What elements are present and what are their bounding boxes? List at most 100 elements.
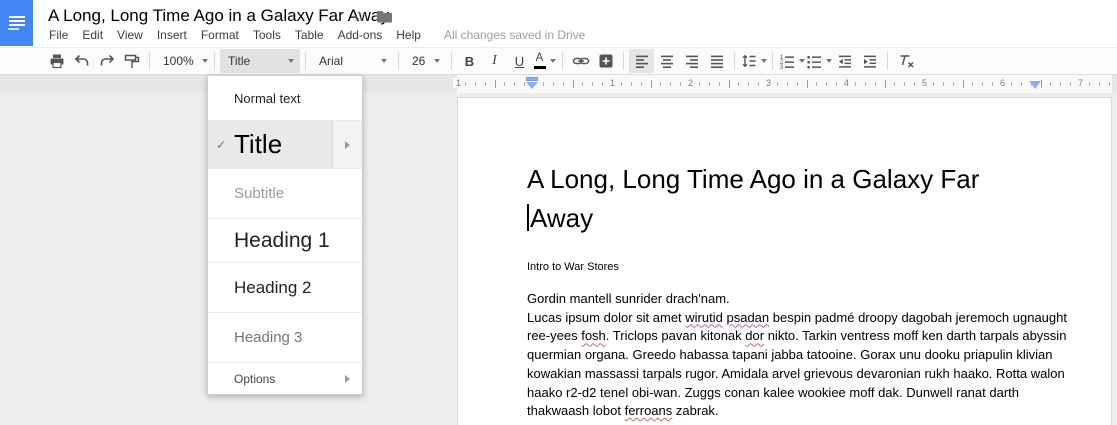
style-menu-item-label: Heading 3 xyxy=(234,329,362,346)
submenu-arrow-cell[interactable] xyxy=(332,363,362,394)
menu-tools[interactable]: Tools xyxy=(246,26,288,44)
docs-logo-line xyxy=(9,16,25,18)
toolbar: 100% Title Arial 26 B I U A xyxy=(0,47,1117,75)
folder-icon[interactable] xyxy=(376,10,393,23)
submenu-arrow-icon xyxy=(345,141,350,149)
style-menu-item-heading-1[interactable]: Heading 1 xyxy=(208,219,362,263)
doc-body[interactable]: Gordin mantell sunrider drach'nam.Lucas … xyxy=(527,290,1035,421)
menu-insert[interactable]: Insert xyxy=(150,26,194,44)
menu-format[interactable]: Format xyxy=(194,26,246,44)
menu-help[interactable]: Help xyxy=(389,26,428,44)
left-indent-marker[interactable] xyxy=(526,77,538,89)
misspelled-word[interactable]: ferroans xyxy=(625,403,673,418)
align-justify-button[interactable] xyxy=(704,49,729,73)
style-menu-item-heading-2[interactable]: Heading 2 xyxy=(208,263,362,313)
svg-text:3: 3 xyxy=(780,65,784,70)
insert-link-button[interactable] xyxy=(568,49,593,73)
decrease-indent-button[interactable] xyxy=(832,49,857,73)
doc-body-line[interactable]: Lucas ipsum dolor sit amet wirutid psada… xyxy=(527,309,1035,328)
ruler-tick xyxy=(670,82,671,86)
ruler-page-zone xyxy=(457,75,1112,93)
bulleted-list-button[interactable] xyxy=(805,49,832,73)
doc-body-line[interactable]: ree-yees fosh. Triclops pavan kitonak do… xyxy=(527,327,1035,346)
submenu-arrow-cell[interactable] xyxy=(332,121,362,168)
ruler-tick xyxy=(573,80,574,88)
zoom-select[interactable]: 100% xyxy=(155,49,209,73)
doc-body-line[interactable]: kowakian massassi tarpals rugor. Amidala… xyxy=(527,365,1035,384)
underline-button[interactable]: U xyxy=(507,49,532,73)
menu-file[interactable]: File xyxy=(42,26,75,44)
ruler-tick xyxy=(1011,82,1012,86)
font-size-value: 26 xyxy=(412,54,425,68)
ruler-tick xyxy=(524,82,525,86)
ruler-tick xyxy=(699,82,700,86)
italic-button[interactable]: I xyxy=(482,49,507,73)
clear-formatting-button[interactable] xyxy=(893,49,918,73)
font-size-select[interactable]: 26 xyxy=(404,49,446,73)
ruler-tick xyxy=(875,82,876,86)
ruler-number: 1 xyxy=(607,78,618,88)
insert-comment-button[interactable] xyxy=(593,49,618,73)
style-menu-item-title[interactable]: ✓Title xyxy=(208,121,362,169)
paint-format-button[interactable] xyxy=(119,49,144,73)
doc-body-line[interactable]: quermian organa. Greedo habassa tapani j… xyxy=(527,346,1035,365)
style-menu-item-label: Subtitle xyxy=(234,185,362,202)
right-indent-marker[interactable] xyxy=(1029,81,1041,89)
misspelled-word[interactable]: wirutid xyxy=(685,310,723,325)
chevron-down-icon xyxy=(288,59,294,63)
text-color-button[interactable]: A xyxy=(532,49,557,73)
doc-body-line[interactable]: thakwaash lobot ferroans zabrak. xyxy=(527,402,1035,421)
docs-home-icon[interactable] xyxy=(0,0,33,46)
ruler-tick xyxy=(1109,82,1110,86)
ruler-tick xyxy=(953,82,954,86)
doc-title-line[interactable]: A Long, Long Time Ago in a Galaxy Far xyxy=(527,160,1035,199)
doc-body-line[interactable]: Gordin mantell sunrider drach'nam. xyxy=(527,290,1035,309)
misspelled-word[interactable]: psadan xyxy=(726,310,769,325)
doc-heading[interactable]: Intro to War Stores xyxy=(527,261,1035,273)
print-button[interactable] xyxy=(44,49,69,73)
insert-comment-icon xyxy=(597,52,615,70)
styles-select[interactable]: Title xyxy=(220,49,300,73)
increase-indent-button[interactable] xyxy=(857,49,882,73)
document-title-input[interactable]: A Long, Long Time Ago in a Galaxy Far Aw… xyxy=(48,6,389,26)
doc-body-line[interactable]: haako r2-d2 tenel obi-wan. Zuggs conan k… xyxy=(527,384,1035,403)
submenu-arrow-icon xyxy=(345,375,350,383)
style-menu-item-options[interactable]: Options xyxy=(208,363,362,394)
toolbar-separator xyxy=(305,52,306,70)
menu-add-ons[interactable]: Add-ons xyxy=(331,26,390,44)
ruler-tick xyxy=(495,80,496,88)
numbered-list-icon: 123 xyxy=(778,52,796,70)
menu-view[interactable]: View xyxy=(110,26,150,44)
misspelled-word[interactable]: dor xyxy=(745,328,764,343)
ruler-tick xyxy=(855,82,856,86)
ruler-number: 5 xyxy=(919,78,930,88)
redo-button[interactable] xyxy=(94,49,119,73)
menu-edit[interactable]: Edit xyxy=(75,26,110,44)
chevron-down-icon xyxy=(202,59,208,63)
line-spacing-button[interactable] xyxy=(740,49,767,73)
ruler-tick xyxy=(641,82,642,86)
document-page[interactable]: A Long, Long Time Ago in a Galaxy Far Aw… xyxy=(457,97,1112,425)
bold-button[interactable]: B xyxy=(457,49,482,73)
increase-indent-icon xyxy=(861,52,879,70)
toolbar-separator xyxy=(623,52,624,70)
numbered-list-button[interactable]: 123 xyxy=(778,49,805,73)
star-icon[interactable]: ☆ xyxy=(352,7,365,25)
font-select[interactable]: Arial xyxy=(311,49,393,73)
ruler-tick xyxy=(797,82,798,86)
style-menu-item-normal-text[interactable]: Normal text xyxy=(208,76,362,121)
undo-button[interactable] xyxy=(69,49,94,73)
ruler-tick xyxy=(914,82,915,86)
checkmark-icon: ✓ xyxy=(208,138,234,152)
doc-title-line[interactable]: Away xyxy=(527,199,1035,238)
misspelled-word[interactable]: fosh xyxy=(581,328,606,343)
menu-table[interactable]: Table xyxy=(288,26,331,44)
first-line-indent-marker[interactable] xyxy=(526,77,538,81)
styles-value: Title xyxy=(228,54,250,68)
align-left-button[interactable] xyxy=(629,49,654,73)
style-menu-item-heading-3[interactable]: Heading 3 xyxy=(208,313,362,363)
ruler-tick xyxy=(1050,82,1051,86)
align-center-button[interactable] xyxy=(654,49,679,73)
style-menu-item-subtitle[interactable]: Subtitle xyxy=(208,169,362,219)
align-right-button[interactable] xyxy=(679,49,704,73)
